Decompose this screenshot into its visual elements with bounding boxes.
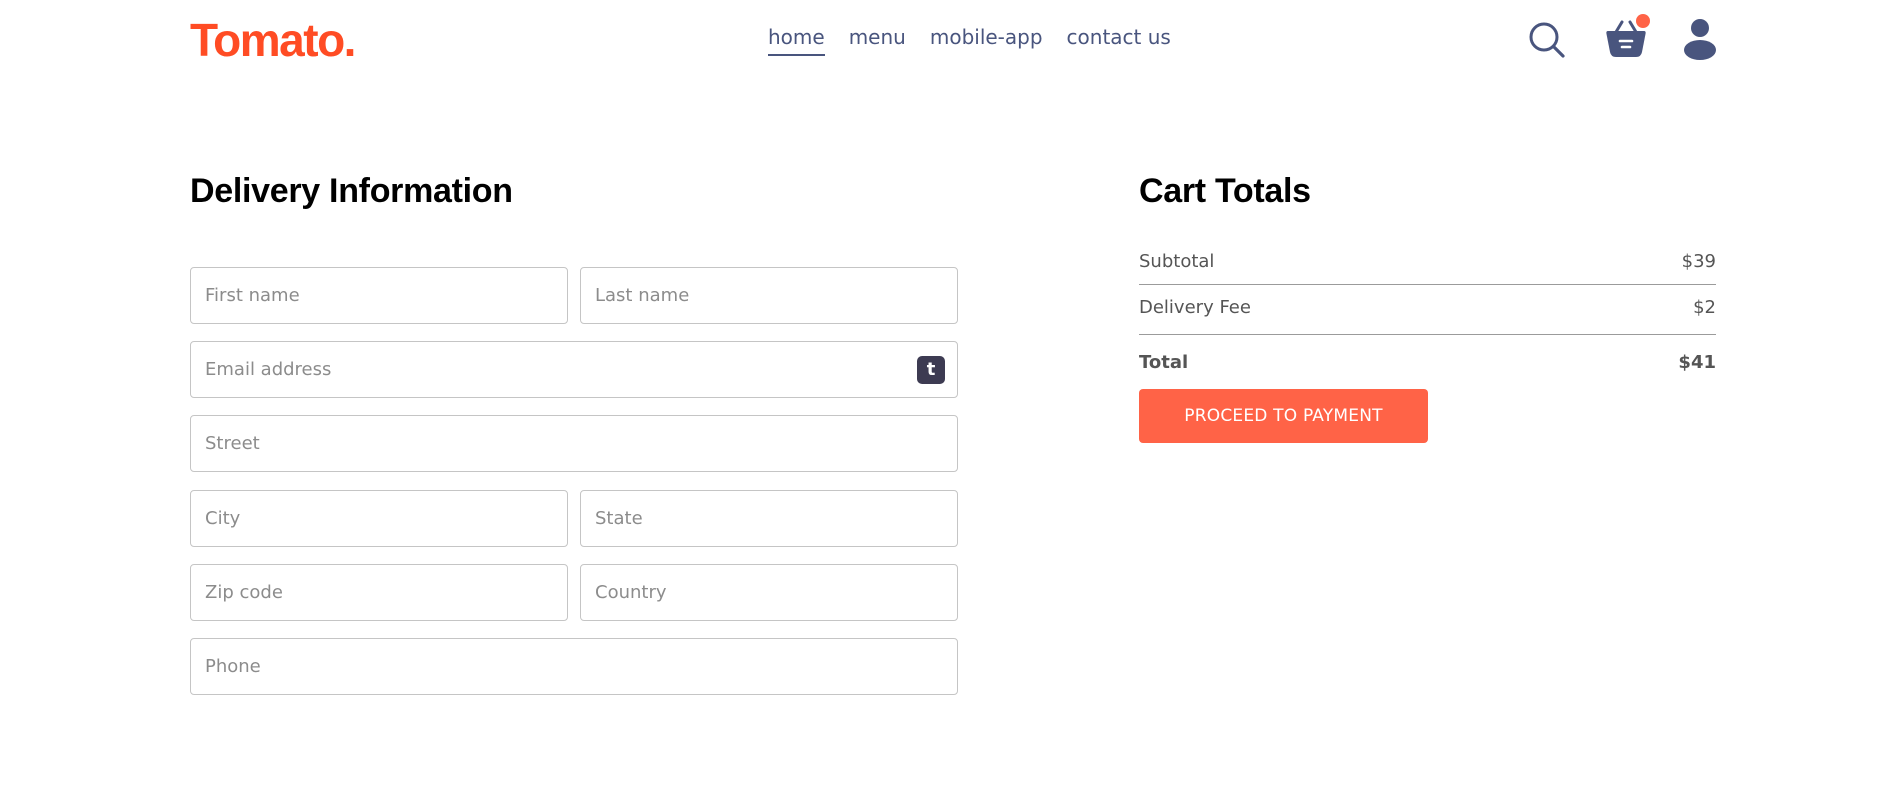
divider — [1139, 334, 1716, 335]
delivery-title: Delivery Information — [190, 172, 513, 210]
delivery-fee-row: Delivery Fee $2 — [1139, 296, 1716, 320]
phone-input[interactable] — [190, 638, 958, 695]
navbar: Tomato. home menu mobile-app contact us — [0, 0, 1891, 80]
nav-item-contact-us[interactable]: contact us — [1067, 23, 1171, 56]
delivery-fee-label: Delivery Fee — [1139, 297, 1251, 318]
profile-icon[interactable] — [1683, 18, 1717, 60]
search-icon[interactable] — [1527, 20, 1567, 60]
subtotal-value: $39 — [1681, 251, 1716, 272]
logo[interactable]: Tomato. — [190, 12, 356, 68]
email-input[interactable] — [190, 341, 958, 398]
total-value: $41 — [1678, 352, 1716, 373]
total-row: Total $41 — [1139, 351, 1716, 375]
nav-item-home[interactable]: home — [768, 23, 825, 56]
first-name-input[interactable] — [190, 267, 568, 324]
last-name-input[interactable] — [580, 267, 958, 324]
nav-menu: home menu mobile-app contact us — [768, 23, 1171, 56]
city-input[interactable] — [190, 490, 568, 547]
proceed-to-payment-button[interactable]: PROCEED TO PAYMENT — [1139, 389, 1428, 443]
nav-item-mobile-app[interactable]: mobile-app — [930, 23, 1043, 56]
autofill-extension-icon[interactable]: t — [917, 356, 945, 384]
nav-item-menu[interactable]: menu — [849, 23, 906, 56]
street-input[interactable] — [190, 415, 958, 472]
subtotal-label: Subtotal — [1139, 251, 1215, 272]
country-input[interactable] — [580, 564, 958, 621]
cart-totals-title: Cart Totals — [1139, 172, 1311, 210]
zip-code-input[interactable] — [190, 564, 568, 621]
basket-notification-dot — [1636, 14, 1650, 28]
state-input[interactable] — [580, 490, 958, 547]
divider — [1139, 284, 1716, 285]
delivery-fee-value: $2 — [1693, 297, 1716, 318]
total-label: Total — [1139, 352, 1189, 373]
subtotal-row: Subtotal $39 — [1139, 250, 1716, 274]
